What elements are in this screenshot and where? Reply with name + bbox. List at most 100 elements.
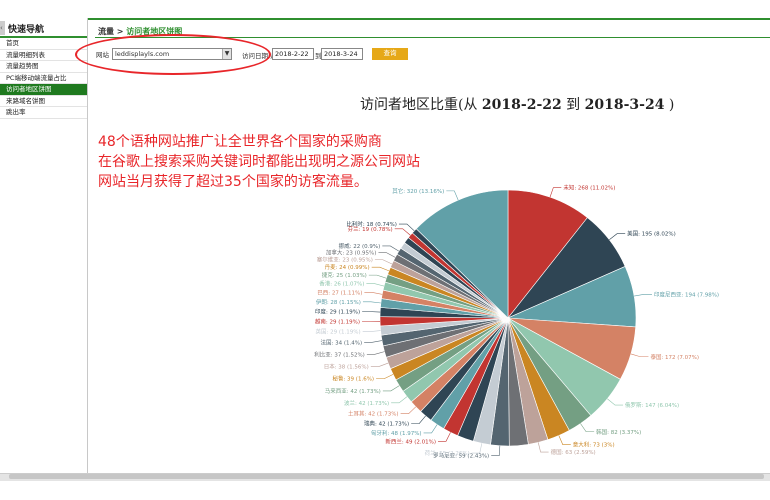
slice-label-line (549, 187, 562, 198)
chart-title-from: 2018-2-22 (481, 97, 562, 113)
slice-label-line (471, 443, 483, 454)
pie-slice[interactable] (507, 189, 588, 319)
pie-slice[interactable] (400, 242, 509, 319)
slice-label-line (580, 423, 595, 433)
slice-label: 未知: 268 (11.02%) (563, 184, 615, 192)
slice-label-line (382, 245, 399, 252)
slice-label-line (371, 266, 390, 272)
nav-item-home[interactable]: 首页 (0, 38, 87, 50)
pie-slice[interactable] (380, 317, 509, 347)
slice-label-line (376, 374, 394, 380)
slice-label: 越南: 29 (1.19%) (315, 318, 360, 326)
pie-slice[interactable] (420, 317, 509, 421)
nav-item-traffic-trend[interactable]: 流量趋势图 (0, 61, 87, 73)
pie-slice[interactable] (382, 317, 509, 358)
pie-slice[interactable] (379, 307, 509, 319)
pie-slice[interactable] (443, 317, 509, 437)
pie-slice[interactable] (407, 232, 509, 319)
slice-label: 法国: 34 (1.4%) (321, 338, 363, 346)
slice-label: 利比亚: 37 (1.52%) (314, 350, 365, 358)
pie-slice[interactable] (472, 317, 509, 446)
chart-title-suffix: ) (664, 97, 675, 113)
pie-slice[interactable] (381, 289, 509, 319)
slice-label-line (423, 424, 438, 434)
slice-label: 马来西亚: 42 (1.73%) (325, 387, 381, 395)
pie-slice[interactable] (380, 298, 509, 319)
nav-item-traffic-list[interactable]: 流量明细列表 (0, 50, 87, 61)
slice-label-line (537, 442, 549, 453)
nav-item-referrer-pie[interactable]: 来路域名饼图 (0, 96, 87, 107)
slice-label: 泰国: 172 (7.07%) (650, 353, 699, 361)
pie-slice[interactable] (402, 317, 509, 403)
slice-label: 塞尔维亚: 23 (0.95%) (317, 256, 373, 264)
slice-label-line (362, 301, 381, 304)
pie-slice[interactable] (395, 317, 509, 392)
scrollbar-thumb[interactable] (9, 474, 764, 479)
nav-item-bounce-rate[interactable]: 跳出率 (0, 107, 87, 119)
pie-slice[interactable] (387, 266, 509, 319)
slice-label: 比利时: 18 (0.74%) (346, 220, 397, 228)
pie-slice[interactable] (385, 317, 509, 370)
slice-label-line (394, 228, 411, 236)
highlight-oval (75, 34, 271, 75)
pie-slice[interactable] (507, 317, 621, 416)
pie-slice[interactable] (507, 317, 529, 447)
slice-label: 印度: 29 (1.19%) (315, 308, 360, 316)
pie-slice[interactable] (384, 274, 509, 319)
slice-label: 挪威: 22 (0.9%) (339, 242, 381, 250)
slice-label: 丹麦: 24 (0.99%) (325, 263, 370, 271)
pie-slice[interactable] (390, 260, 509, 319)
chart-title-prefix: 访问者地区比重(从 (360, 97, 482, 113)
nav-item-visitor-region-pie[interactable]: 访问者地区饼图 (0, 84, 87, 96)
slice-label-line (391, 396, 408, 404)
breadcrumb-section[interactable]: 流量 (98, 27, 114, 36)
pie-slice[interactable] (393, 253, 509, 319)
date-from-input[interactable]: 2018-2-22 (272, 48, 314, 60)
pie-slice[interactable] (507, 317, 570, 440)
pie-slice[interactable] (507, 266, 637, 328)
pie-slice[interactable] (507, 317, 637, 380)
annotation-line-2: 在谷歌上搜索采购关键词时都能出现明之源公司网站 (98, 154, 420, 170)
pie-slice[interactable] (490, 317, 510, 447)
pie-slice[interactable] (507, 217, 626, 319)
pie-slice[interactable] (430, 317, 509, 430)
pie-slice[interactable] (457, 317, 509, 442)
slice-label: 日本: 38 (1.56%) (324, 363, 369, 371)
pie-slice[interactable] (379, 317, 509, 336)
slice-label-line (382, 385, 400, 392)
slice-label-line (438, 432, 451, 442)
chart-title-to: 2018-3-24 (584, 97, 665, 113)
slice-label-line (374, 259, 393, 265)
query-button[interactable]: 查询 (372, 48, 408, 60)
pie-slice[interactable] (415, 189, 509, 319)
pie-slice[interactable] (390, 317, 509, 381)
slice-label: 荷兰: 55 (2.26%) (425, 449, 470, 457)
top-divider (88, 18, 770, 20)
slice-label: 匈牙利: 48 (1.97%) (371, 429, 422, 437)
slice-label-line (398, 223, 415, 232)
pie-slice[interactable] (507, 317, 549, 445)
slice-label-line (366, 283, 385, 287)
slice-label-line (400, 406, 417, 415)
pie-slice[interactable] (382, 281, 509, 319)
slice-label-line (634, 294, 652, 297)
slice-label: 香港: 26 (1.07%) (319, 280, 364, 288)
breadcrumb-separator: > (116, 27, 124, 36)
pie-slice[interactable] (379, 316, 509, 327)
sidebar-collapse-handle[interactable]: ‹ (0, 21, 5, 35)
slice-label: 波兰: 42 (1.73%) (344, 399, 389, 407)
pie-slice[interactable] (396, 247, 509, 319)
slice-label: 伊朗: 28 (1.15%) (316, 298, 361, 306)
slice-label: 芬兰: 19 (0.78%) (348, 225, 393, 233)
nav-item-pc-mobile-share[interactable]: PC端移动端流量占比 (0, 73, 87, 84)
slice-label-line (370, 362, 389, 367)
pie-slice[interactable] (410, 317, 509, 412)
pie-slice[interactable] (507, 317, 592, 431)
slice-label-line (368, 274, 387, 279)
app-window: ‹ 快速导航 首页 流量明细列表 流量趋势图 PC端移动端流量占比 访问者地区饼… (0, 0, 770, 500)
slice-label-line (378, 252, 396, 258)
slice-label: 土耳其: 42 (1.73%) (348, 410, 399, 418)
pie-slice[interactable] (404, 237, 509, 319)
pie-slice[interactable] (411, 228, 509, 319)
date-to-input[interactable]: 2018-3-24 (321, 48, 363, 60)
